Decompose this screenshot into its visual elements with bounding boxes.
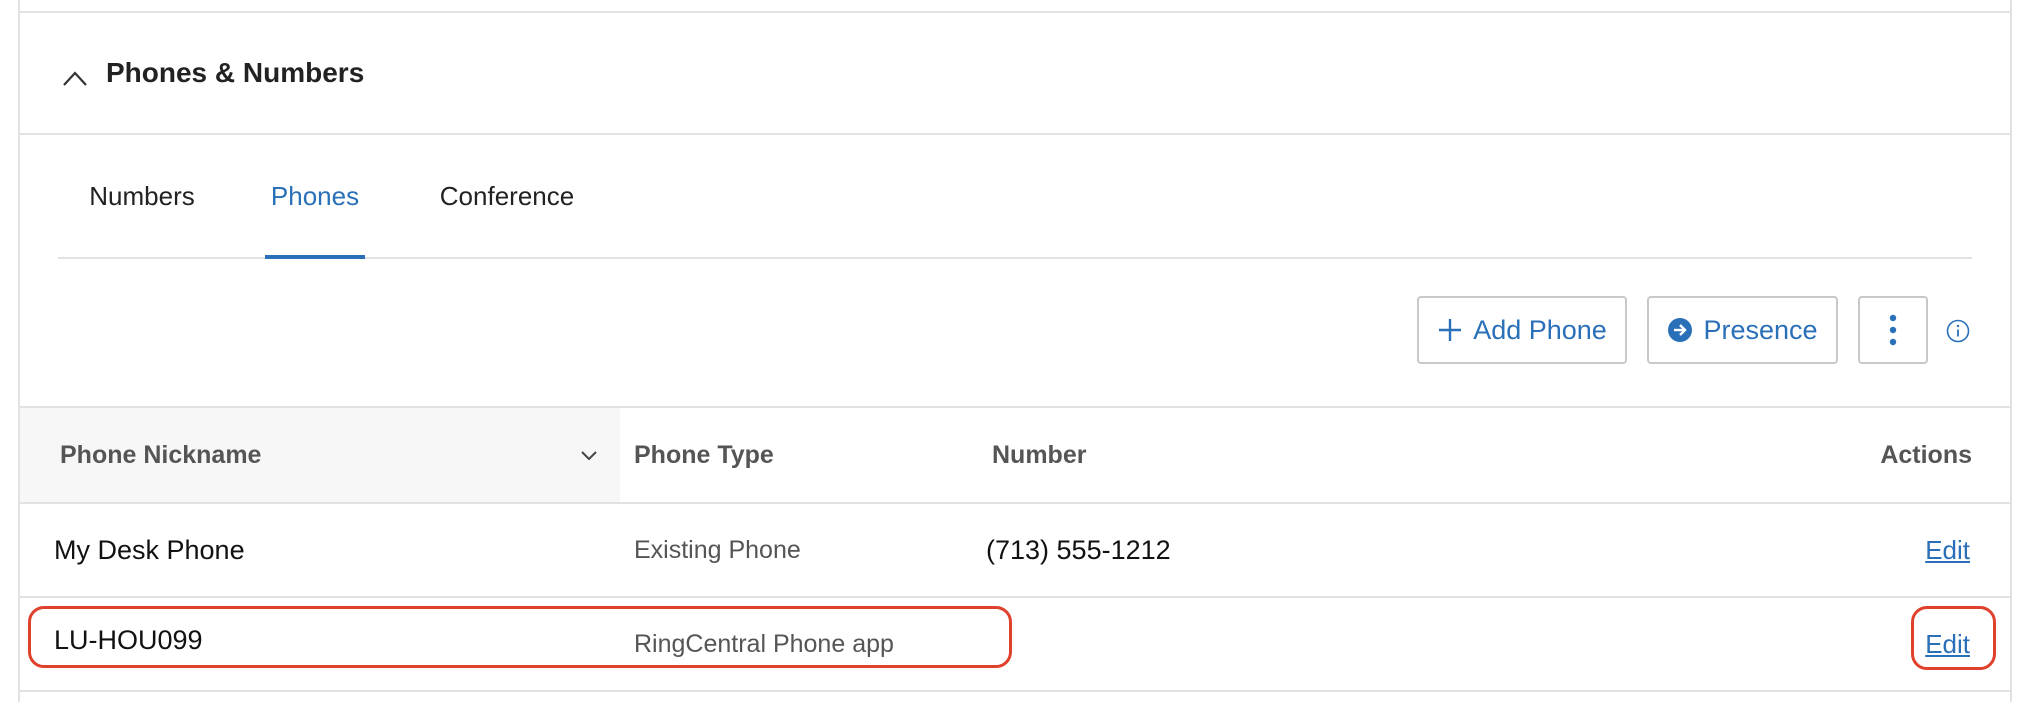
tab-phones[interactable]: Phones bbox=[265, 135, 365, 259]
edit-link[interactable]: Edit bbox=[1925, 504, 1970, 596]
section-title: Phones & Numbers bbox=[106, 57, 365, 88]
table-row: My Desk Phone Existing Phone (713) 555-1… bbox=[20, 504, 2010, 598]
phone-type: Existing Phone bbox=[634, 536, 801, 564]
vertical-ellipsis-icon bbox=[1889, 314, 1897, 346]
tab-bar: Numbers Phones Conference bbox=[58, 135, 1972, 259]
presence-label: Presence bbox=[1703, 314, 1818, 345]
highlight-annotation-row bbox=[28, 606, 1012, 668]
tab-numbers[interactable]: Numbers bbox=[78, 135, 206, 257]
column-header-number: Number bbox=[992, 441, 1087, 469]
chevron-down-icon[interactable] bbox=[578, 444, 600, 466]
more-options-button[interactable] bbox=[1858, 296, 1928, 364]
info-icon[interactable] bbox=[1946, 319, 1970, 343]
presence-button[interactable]: Presence bbox=[1647, 296, 1838, 364]
highlight-annotation-edit bbox=[1911, 606, 1996, 670]
plus-icon bbox=[1439, 319, 1462, 341]
section-header[interactable]: Phones & Numbers bbox=[20, 13, 2010, 135]
add-phone-label: Add Phone bbox=[1473, 314, 1607, 345]
table-header: Phone Nickname Phone Type Number Actions bbox=[20, 406, 2010, 504]
column-header-actions: Actions bbox=[1880, 441, 1972, 469]
column-header-nickname[interactable]: Phone Nickname bbox=[60, 408, 261, 502]
add-phone-button[interactable]: Add Phone bbox=[1417, 296, 1627, 364]
chevron-up-icon[interactable] bbox=[58, 61, 92, 95]
phones-numbers-panel: Phones & Numbers Numbers Phones Conferen… bbox=[18, 0, 2012, 702]
column-header-type: Phone Type bbox=[634, 441, 774, 469]
arrow-circle-right-icon bbox=[1668, 318, 1693, 342]
phone-number: (713) 555-1212 bbox=[986, 535, 1171, 565]
tab-conference[interactable]: Conference bbox=[432, 135, 582, 257]
phone-nickname: My Desk Phone bbox=[54, 535, 245, 565]
